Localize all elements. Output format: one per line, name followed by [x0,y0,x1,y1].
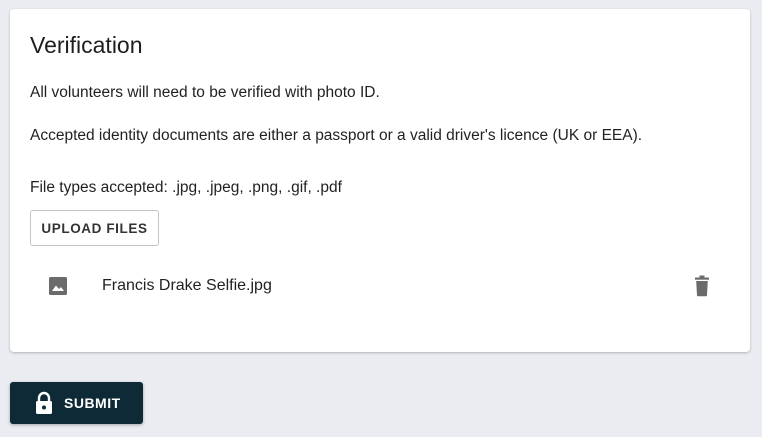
file-name: Francis Drake Selfie.jpg [102,277,272,294]
image-icon [48,276,68,296]
verification-card: Verification All volunteers will need to… [10,9,750,352]
lock-icon [34,391,54,415]
trash-icon[interactable] [692,275,712,297]
file-types-text: File types accepted: .jpg, .jpeg, .png, … [30,179,342,196]
submit-label: SUBMIT [64,395,121,411]
volunteers-info-text: All volunteers will need to be verified … [30,84,380,101]
submit-button[interactable]: SUBMIT [10,382,143,424]
card-title: Verification [30,32,143,58]
upload-files-button[interactable]: UPLOAD FILES [30,210,159,246]
accepted-documents-text: Accepted identity documents are either a… [30,127,643,144]
uploaded-file-item: Francis Drake Selfie.jpg [30,266,730,306]
